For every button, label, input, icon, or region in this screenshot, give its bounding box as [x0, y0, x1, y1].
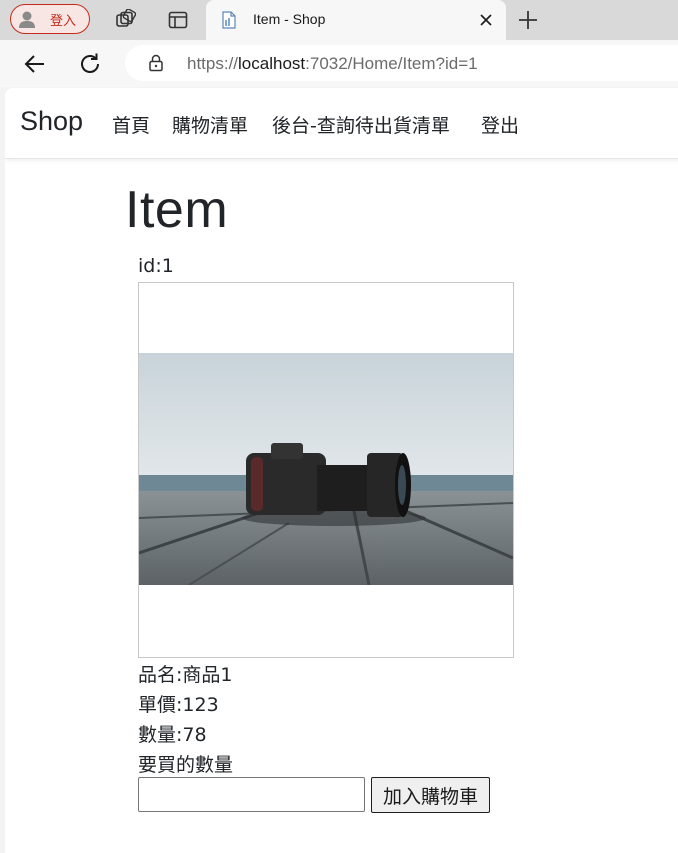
page-viewport: Shop 首頁 購物清單 後台-查詢待出貨清單 登出 Item id:1 品名:… — [5, 88, 678, 853]
page-title: Item — [125, 181, 229, 239]
nav-link-cart-list[interactable]: 購物清單 — [172, 111, 248, 138]
buy-quantity-label: 要買的數量 — [138, 754, 234, 776]
camera-photo — [139, 353, 513, 585]
close-icon[interactable] — [478, 12, 494, 28]
lock-icon[interactable] — [147, 54, 165, 72]
address-toolbar: https://localhost:7032/Home/Item?id=1 — [0, 40, 678, 87]
add-to-cart-button[interactable]: 加入購物車 — [371, 777, 490, 813]
workspaces-icon[interactable] — [114, 9, 136, 31]
nav-link-home[interactable]: 首頁 — [112, 111, 150, 138]
brand-link[interactable]: Shop — [20, 106, 83, 137]
profile-label: 登入 — [50, 13, 77, 28]
item-id: id:1 — [138, 255, 174, 277]
item-name: 品名:商品1 — [138, 664, 233, 686]
url-text: https://localhost:7032/Home/Item?id=1 — [187, 54, 478, 73]
item-price: 單價:123 — [138, 694, 219, 716]
nav-link-admin-pending-orders[interactable]: 後台-查詢待出貨清單 — [272, 111, 450, 138]
address-input[interactable]: https://localhost:7032/Home/Item?id=1 — [125, 45, 678, 81]
browser-tab-strip: 登入 Item - Shop — [0, 0, 678, 40]
nav-link-logout[interactable]: 登出 — [481, 111, 519, 138]
item-stock: 數量:78 — [138, 724, 207, 746]
page-favicon-icon — [222, 11, 236, 29]
site-navbar: Shop 首頁 購物清單 後台-查詢待出貨清單 登出 — [5, 88, 678, 159]
tab-title: Item - Shop — [253, 11, 326, 27]
profile-button[interactable]: 登入 — [10, 4, 90, 34]
buy-quantity-input[interactable] — [138, 777, 365, 812]
item-image-frame — [138, 282, 514, 658]
back-arrow-icon[interactable] — [22, 51, 48, 77]
vertical-tabs-icon[interactable] — [167, 9, 189, 31]
refresh-icon[interactable] — [77, 51, 103, 77]
user-avatar-icon — [19, 11, 35, 28]
new-tab-icon[interactable] — [517, 9, 539, 31]
tab-item-shop[interactable]: Item - Shop — [206, 0, 506, 40]
